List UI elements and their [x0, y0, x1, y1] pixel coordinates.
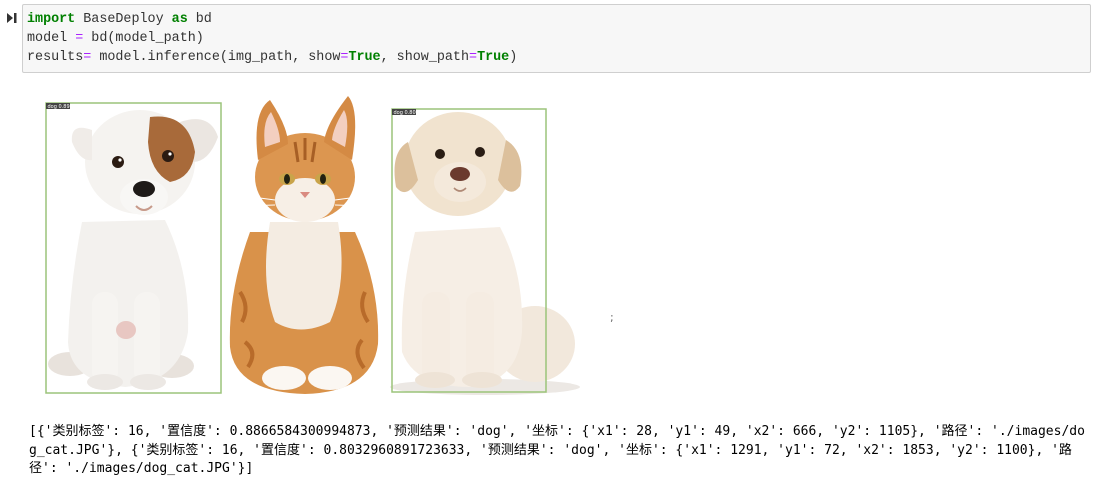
detection-output-image: dog 0.89 dog 0.80	[45, 96, 580, 395]
dog-right-image	[390, 112, 580, 395]
code-token: model.inference(img_path, show	[91, 50, 341, 65]
detection-label-2: dog 0.80	[394, 110, 416, 116]
code-token: model	[27, 31, 76, 46]
code-token: bd	[187, 12, 212, 27]
code-token: import	[27, 12, 76, 27]
code-line: results= model.inference(img_path, show=…	[27, 48, 1090, 67]
code-token: BaseDeploy	[75, 12, 172, 27]
code-token: , show_path	[380, 50, 470, 65]
dog-left-image	[48, 110, 218, 390]
code-line: import BaseDeploy as bd	[27, 10, 1090, 29]
code-token: True	[477, 50, 510, 65]
code-line: model = bd(model_path)	[27, 29, 1090, 48]
code-token: as	[171, 12, 188, 27]
code-token: True	[348, 50, 381, 65]
detection-label-1: dog 0.89	[48, 104, 70, 110]
code-cell-input[interactable]: import BaseDeploy as bd model = bd(model…	[22, 4, 1091, 73]
cat-middle-image	[229, 96, 379, 394]
stray-glyph: ;	[610, 311, 614, 324]
code-token: bd(model_path)	[83, 31, 204, 46]
code-token: results	[27, 50, 84, 65]
output-result-text: [{'类别标签': 16, '置信度': 0.8866584300994873,…	[29, 424, 1085, 476]
run-cell-icon[interactable]	[5, 11, 19, 25]
code-token: )	[509, 50, 518, 65]
code-token: =	[469, 50, 478, 65]
output-area: dog 0.89 dog 0.80 ;	[30, 82, 1090, 412]
